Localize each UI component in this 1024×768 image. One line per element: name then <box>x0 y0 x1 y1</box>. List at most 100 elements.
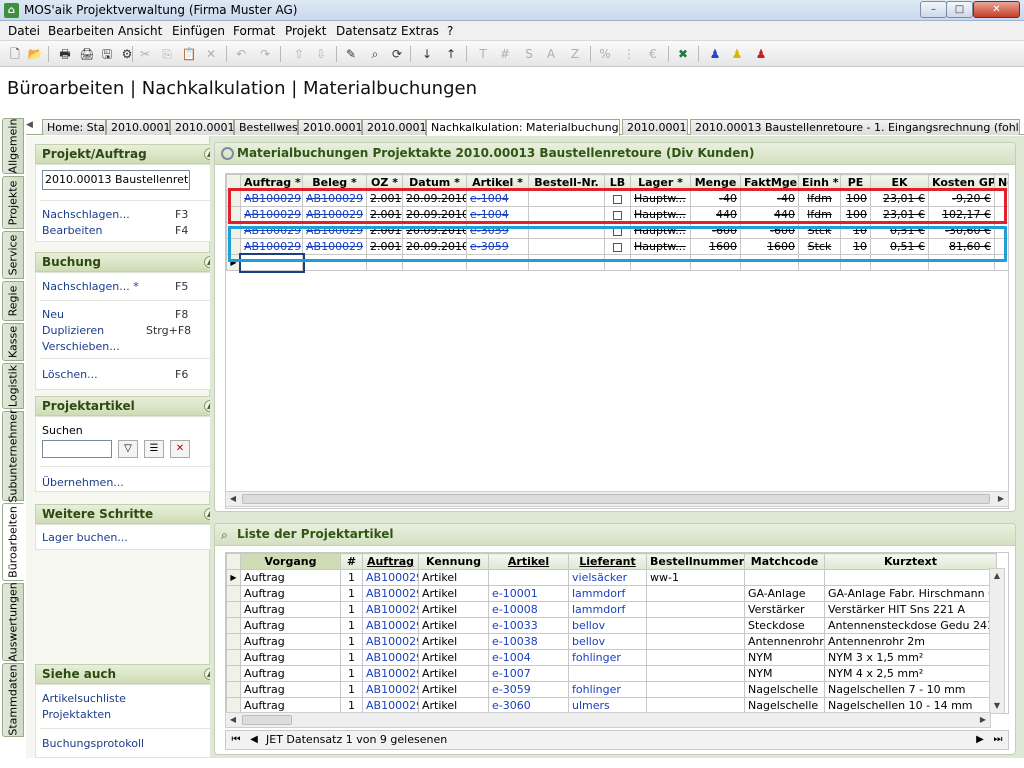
numbering-icon[interactable]: ⋮ <box>620 45 638 63</box>
scroll-thumb[interactable] <box>242 494 990 504</box>
vtab-auswertungen[interactable]: Auswertungen <box>2 582 24 662</box>
clear-filter-icon[interactable]: ✕ <box>170 440 190 458</box>
menu-datensatz[interactable]: Datensatz <box>336 24 397 38</box>
table-cell[interactable]: lammdorf <box>568 585 647 602</box>
table-cell[interactable] <box>744 569 825 586</box>
undo-icon[interactable]: ↶ <box>232 45 250 63</box>
table-cell[interactable] <box>646 601 745 618</box>
nachschlagen-buchung-link[interactable]: Nachschlagen... * <box>42 280 139 293</box>
table-cell[interactable]: Auftrag <box>240 601 341 618</box>
table-cell[interactable]: Auftrag <box>240 569 341 586</box>
table-cell[interactable]: Antennenrohr 2m <box>824 633 997 650</box>
artikelsuchliste-link[interactable]: Artikelsuchliste <box>42 692 126 705</box>
doc-tab[interactable]: 2010.0001 <box>170 119 234 135</box>
excel-icon[interactable]: ✖ <box>674 45 692 63</box>
table-cell[interactable]: fohlinger <box>568 649 647 666</box>
cut-icon[interactable]: ✂ <box>136 45 154 63</box>
table-cell[interactable]: AB100029 <box>362 569 419 586</box>
table-cell[interactable] <box>646 633 745 650</box>
vtab-subunternehmer[interactable]: Subunternehmer <box>2 409 24 503</box>
column-header[interactable]: Artikel <box>488 553 569 570</box>
table-cell[interactable]: Auftrag <box>240 649 341 666</box>
menu-bearbeiten[interactable]: Bearbeiten <box>48 24 114 38</box>
doc-tab[interactable]: 2010.0001 <box>106 119 170 135</box>
uebernehmen-link[interactable]: Übernehmen... <box>42 476 124 489</box>
filter-icon[interactable]: ▽ <box>118 440 138 458</box>
scroll-left-icon[interactable]: ◀ <box>226 492 240 506</box>
puzzle-red-icon[interactable]: ♟ <box>752 45 770 63</box>
row-indicator[interactable] <box>226 585 241 602</box>
table-cell[interactable]: Artikel <box>418 617 489 634</box>
table-row[interactable]: Auftrag 1 AB100029 Artikel e-10008 lammdorf Ve… <box>226 601 997 618</box>
down-icon[interactable]: ⇩ <box>312 45 330 63</box>
row-indicator[interactable] <box>226 633 241 650</box>
table-cell[interactable]: GA-Anlage <box>744 585 825 602</box>
table-cell[interactable]: e-10033 <box>488 617 569 634</box>
row-indicator[interactable]: ▶ <box>226 569 241 586</box>
column-header[interactable]: Kennung <box>418 553 489 570</box>
table-cell[interactable]: AB100029 <box>362 649 419 666</box>
table-row[interactable]: Auftrag 1 AB100029 Artikel e-3059 fohlinger Na… <box>226 681 997 698</box>
table-cell[interactable] <box>646 649 745 666</box>
table-cell[interactable]: Artikel <box>418 585 489 602</box>
scroll-down-icon[interactable]: ▼ <box>990 699 1004 713</box>
vtab-bueroarbeiten[interactable]: Büroarbeiten <box>2 503 24 581</box>
grid1-horizontal-scrollbar[interactable]: ◀ ▶ <box>225 491 1009 507</box>
sort-desc-icon[interactable]: ↑ <box>442 45 460 63</box>
settings-icon[interactable]: ⚙ <box>118 45 136 63</box>
table-cell[interactable]: AB100029 <box>362 617 419 634</box>
maximize-button[interactable]: □ <box>946 1 973 18</box>
table-cell[interactable] <box>488 569 569 586</box>
s-icon[interactable]: S <box>520 45 538 63</box>
table-cell[interactable] <box>646 681 745 698</box>
scroll-left-icon[interactable]: ◀ <box>226 713 240 727</box>
neu-link[interactable]: Neu <box>42 308 64 321</box>
table-cell[interactable]: Artikel <box>418 665 489 682</box>
menu-ansicht[interactable]: Ansicht <box>118 24 162 38</box>
table-cell[interactable]: Antennensteckdose Gedu 2411 <box>824 617 997 634</box>
table-row[interactable]: Auftrag 1 AB100029 Artikel e-10001 lammdorf GA… <box>226 585 997 602</box>
open-icon[interactable]: 📂 <box>26 45 44 63</box>
refresh-icon[interactable]: ⟳ <box>388 45 406 63</box>
table-cell[interactable]: 1 <box>340 681 363 698</box>
table-cell[interactable]: Auftrag <box>240 665 341 682</box>
prev-record-icon[interactable]: ◀ <box>246 732 262 748</box>
row-indicator[interactable] <box>226 617 241 634</box>
table-cell[interactable] <box>646 617 745 634</box>
filter-list-icon[interactable]: ☰ <box>144 440 164 458</box>
currency-icon[interactable]: € <box>644 45 662 63</box>
table-cell[interactable]: fohlinger <box>568 681 647 698</box>
table-cell[interactable]: 1 <box>340 633 363 650</box>
table-cell[interactable]: e-10008 <box>488 601 569 618</box>
menu-datei[interactable]: Datei <box>8 24 40 38</box>
next-record-icon[interactable]: ▶ <box>972 732 988 748</box>
close-button[interactable]: ✕ <box>973 1 1020 18</box>
table-cell[interactable]: lammdorf <box>568 601 647 618</box>
table-cell[interactable]: Auftrag <box>240 585 341 602</box>
vtab-logistik[interactable]: Logistik <box>2 363 24 409</box>
table-cell[interactable]: vielsäcker <box>568 569 647 586</box>
doc-tab[interactable]: 2010.00013 Baustellenretoure - 1. Eingan… <box>690 119 1020 135</box>
table-cell[interactable]: Antennenrohr <box>744 633 825 650</box>
doc-tab[interactable]: 2010.0001 <box>622 119 688 135</box>
table-row[interactable]: Auftrag 1 AB100029 Artikel e-1007 NYM NYM 4 x … <box>226 665 997 682</box>
sort-asc-icon[interactable]: ↓ <box>418 45 436 63</box>
table-cell[interactable]: NYM 4 x 2,5 mm² <box>824 665 997 682</box>
menu-help[interactable]: ? <box>447 24 453 38</box>
column-header[interactable]: Vorgang <box>240 553 341 570</box>
puzzle-yellow-icon[interactable]: ♟ <box>728 45 746 63</box>
vtab-projekte[interactable]: Projekte <box>2 176 24 229</box>
column-header[interactable]: Matchcode <box>744 553 825 570</box>
doc-tab[interactable]: Bestellwes <box>234 119 298 135</box>
delete-icon[interactable]: ✕ <box>202 45 220 63</box>
paste-icon[interactable]: 📋 <box>180 45 198 63</box>
table-cell[interactable]: e-1007 <box>488 665 569 682</box>
row-indicator[interactable] <box>226 601 241 618</box>
doc-tab[interactable]: Nachkalkulation: Materialbuchungen ✕ <box>426 119 620 136</box>
search-icon[interactable]: ⌕ <box>366 45 384 63</box>
table-cell[interactable]: ww-1 <box>646 569 745 586</box>
table-row[interactable]: Auftrag 1 AB100029 Artikel e-10038 bellov Ante… <box>226 633 997 650</box>
vtab-stammdaten[interactable]: Stammdaten <box>2 663 24 737</box>
new-icon[interactable]: 🗋 <box>6 45 24 63</box>
table-cell[interactable]: Artikel <box>418 633 489 650</box>
